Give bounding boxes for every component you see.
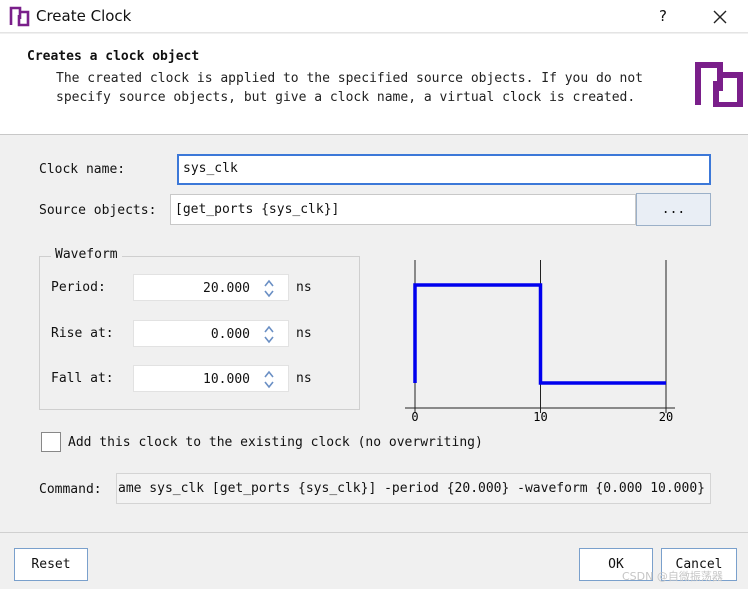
- waveform-group-title: Waveform: [51, 247, 122, 262]
- help-button[interactable]: ?: [651, 4, 675, 28]
- command-label: Command:: [39, 482, 102, 497]
- command-field[interactable]: create_clock -name sys_clk [get_ports {s…: [116, 473, 711, 504]
- period-label: Period:: [51, 280, 106, 295]
- command-text: create_clock -name sys_clk [get_ports {s…: [117, 481, 705, 496]
- period-value: 20.000: [203, 281, 250, 296]
- source-objects-input[interactable]: [get_ports {sys_clk}]: [170, 194, 636, 225]
- fall-label: Fall at:: [51, 371, 114, 386]
- rise-value: 0.000: [210, 327, 250, 342]
- clock-waveform-line: [413, 283, 666, 385]
- waveform-tick-label: 0: [411, 410, 418, 424]
- source-objects-label: Source objects:: [39, 203, 157, 218]
- header-description: The created clock is applied to the spec…: [56, 71, 643, 105]
- period-unit: ns: [296, 280, 312, 295]
- close-icon[interactable]: [708, 5, 732, 29]
- fall-value: 10.000: [203, 372, 250, 387]
- spin-arrows-icon[interactable]: [263, 279, 275, 298]
- rise-label: Rise at:: [51, 326, 114, 341]
- waveform-tick-label: 20: [659, 410, 673, 424]
- window-title: Create Clock: [36, 7, 132, 25]
- rise-unit: ns: [296, 326, 312, 341]
- reset-button[interactable]: Reset: [14, 548, 88, 581]
- title-bar: Create Clock ?: [0, 0, 748, 33]
- footer-divider: [0, 532, 748, 533]
- rise-spinbox[interactable]: 0.000: [133, 320, 289, 347]
- fall-unit: ns: [296, 371, 312, 386]
- header-panel: Creates a clock object The created clock…: [0, 34, 748, 135]
- fall-spinbox[interactable]: 10.000: [133, 365, 289, 392]
- add-clock-checkbox[interactable]: [41, 432, 61, 452]
- browse-button[interactable]: ...: [636, 193, 711, 226]
- add-clock-checkbox-label: Add this clock to the existing clock (no…: [68, 435, 483, 450]
- clock-name-label: Clock name:: [39, 162, 126, 177]
- header-title: Creates a clock object: [27, 49, 200, 64]
- waveform-preview: 0 10 20: [405, 260, 675, 424]
- period-spinbox[interactable]: 20.000: [133, 274, 289, 301]
- app-logo-icon: [9, 6, 30, 27]
- watermark: CSDN @自微振荡器: [622, 570, 723, 583]
- waveform-tick-label: 10: [533, 410, 547, 424]
- spin-arrows-icon[interactable]: [263, 325, 275, 344]
- clock-name-input[interactable]: sys_clk: [177, 154, 711, 185]
- spin-arrows-icon[interactable]: [263, 370, 275, 389]
- vivado-logo-icon: [695, 62, 743, 107]
